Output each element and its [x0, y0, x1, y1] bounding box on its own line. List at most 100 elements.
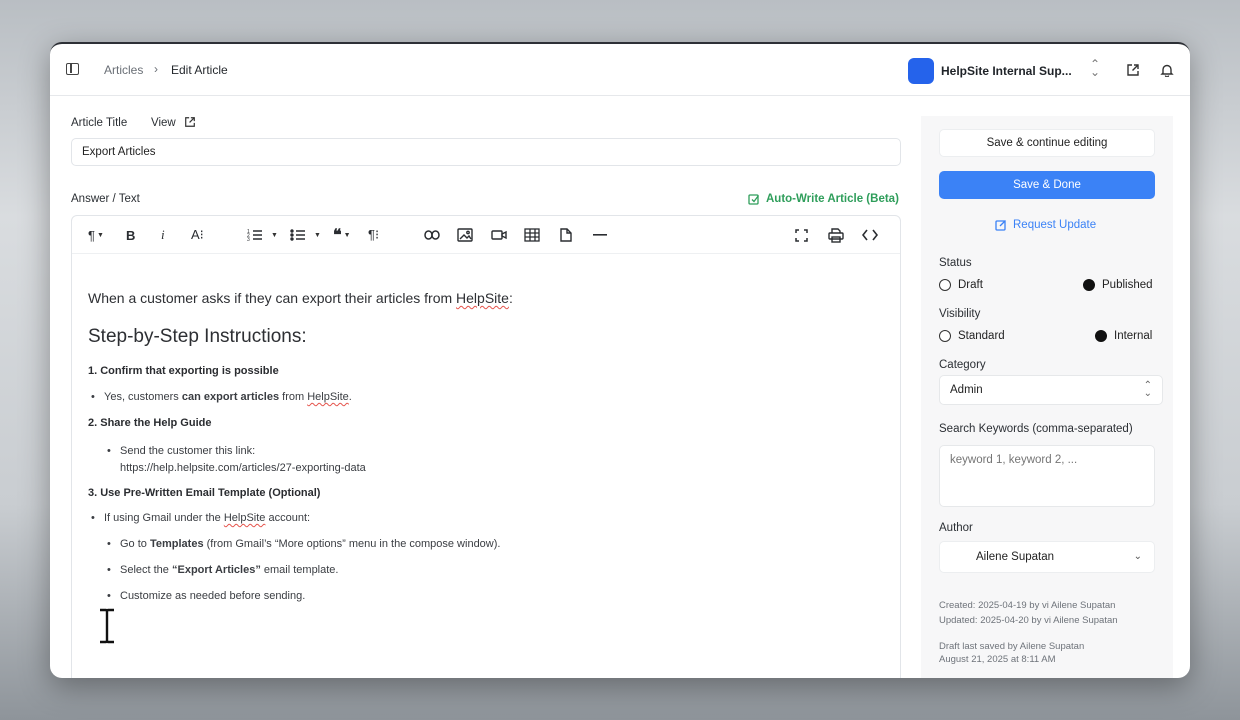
link-icon[interactable] — [424, 226, 440, 244]
author-label: Author — [939, 522, 973, 534]
chevron-up-down-icon: ⌃ ⌄ — [1143, 380, 1152, 399]
print-icon[interactable] — [828, 226, 844, 244]
text: from — [279, 391, 308, 403]
save-continue-button[interactable]: Save & continue editing — [939, 129, 1155, 157]
article-title-input[interactable]: Export Articles — [71, 138, 901, 166]
fullscreen-icon[interactable] — [795, 226, 808, 244]
draft-saved-meta: Draft last saved by Ailene Supatan — [939, 641, 1085, 652]
intro-paragraph: When a customer asks if they can export … — [88, 290, 878, 306]
updated-meta: Updated: 2025-04-20 by vi Ailene Supatan — [939, 615, 1118, 626]
text: Go to — [120, 538, 150, 550]
table-icon[interactable] — [524, 226, 540, 244]
chevron-down-icon: ⌄ — [1133, 551, 1142, 562]
horizontal-rule-icon[interactable] — [593, 226, 607, 244]
text: Select the — [120, 564, 172, 576]
brand-word: HelpSite — [307, 391, 349, 403]
text: If using Gmail under the — [104, 512, 224, 524]
step-3-heading: 3. Use Pre-Written Email Template (Optio… — [88, 487, 321, 499]
request-update-label: Request Update — [1013, 219, 1097, 231]
svg-text:3: 3 — [247, 237, 250, 242]
visibility-standard-label[interactable]: Standard — [958, 330, 1005, 342]
paragraph-format-icon[interactable]: ¶⁝ — [368, 226, 379, 244]
list-item: Select the “Export Articles” email templ… — [107, 564, 339, 576]
intro-punct: : — [508, 290, 513, 306]
category-value: Admin — [950, 384, 983, 396]
draft-saved-time: August 21, 2025 at 8:11 AM — [939, 654, 1056, 665]
list-item: Send the customer this link: https://hel… — [107, 443, 366, 477]
status-label: Status — [939, 257, 972, 269]
status-published-label[interactable]: Published — [1102, 279, 1153, 291]
edit-square-icon — [748, 194, 760, 205]
list-item: Customize as needed before sending. — [107, 590, 305, 602]
image-icon[interactable] — [457, 226, 473, 244]
step-1-heading: 1. Confirm that exporting is possible — [88, 365, 279, 377]
italic-icon[interactable]: i — [161, 226, 165, 244]
instructions-heading: Step-by-Step Instructions: — [88, 326, 307, 347]
brand-word: HelpSite — [223, 512, 266, 524]
top-bar: Articles › Edit Article HelpSite Interna… — [50, 44, 1190, 96]
author-value: Ailene Supatan — [976, 551, 1055, 563]
text-size-icon[interactable]: A⁝ — [191, 226, 204, 244]
auto-write-button[interactable]: Auto-Write Article (Beta) — [748, 193, 899, 205]
breadcrumb-articles[interactable]: Articles — [104, 63, 143, 77]
bold-text: “Export Articles” — [171, 564, 261, 576]
list-item: Go to Templates (from Gmail’s “More opti… — [107, 538, 501, 550]
category-label: Category — [939, 359, 986, 371]
text-cursor-icon — [100, 608, 114, 644]
answer-text-label: Answer / Text — [71, 193, 140, 205]
visibility-internal-radio[interactable] — [1095, 330, 1107, 342]
visibility-standard-radio[interactable] — [939, 330, 951, 342]
visibility-label: Visibility — [939, 308, 981, 320]
app-window: Articles › Edit Article HelpSite Interna… — [50, 42, 1190, 678]
chevron-up-down-icon[interactable]: ⌃ ⌄ — [1090, 58, 1100, 78]
step-2-heading: 2. Share the Help Guide — [88, 417, 212, 429]
intro-text: When a customer asks if they can export … — [88, 290, 457, 306]
file-icon[interactable] — [560, 226, 572, 244]
brand-word: HelpSite — [456, 290, 509, 306]
editor-content[interactable]: When a customer asks if they can export … — [88, 290, 878, 348]
breadcrumb-separator: › — [154, 62, 158, 76]
quote-icon[interactable]: ❝ ▼ — [333, 226, 351, 244]
video-icon[interactable] — [491, 226, 507, 244]
status-draft-label[interactable]: Draft — [958, 279, 983, 291]
status-draft-radio[interactable] — [939, 279, 951, 291]
ordered-list-icon[interactable]: 123 ▼ — [247, 226, 278, 244]
list-item: Yes, customers can export articles from … — [91, 391, 352, 403]
paragraph-icon[interactable]: ¶ ▼ — [88, 226, 104, 244]
text: . — [348, 391, 352, 403]
breadcrumb-current: Edit Article — [171, 63, 228, 77]
article-title-label: Article Title — [71, 117, 128, 129]
keywords-label: Search Keywords (comma-separated) — [939, 423, 1133, 435]
bold-text: Templates — [149, 538, 204, 550]
text: Send the customer this link: — [120, 445, 256, 457]
list-item: If using Gmail under the HelpSite accoun… — [91, 512, 311, 524]
view-link[interactable]: View — [151, 117, 176, 129]
external-link-icon[interactable] — [1126, 63, 1140, 77]
org-name[interactable]: HelpSite Internal Sup... — [941, 64, 1072, 78]
text: account: — [265, 512, 311, 524]
sidebar-toggle-icon[interactable] — [66, 63, 79, 75]
bold-text: can export articles — [181, 391, 280, 403]
text: Yes, customers — [104, 391, 182, 403]
keywords-input[interactable] — [939, 445, 1155, 507]
visibility-internal-label[interactable]: Internal — [1114, 330, 1152, 342]
auto-write-label: Auto-Write Article (Beta) — [766, 193, 899, 205]
editor-toolbar: ¶ ▼ B i A⁝ 123 ▼ ▼ ❝ ▼ ¶⁝ — [72, 216, 900, 254]
bold-icon[interactable]: B — [126, 226, 135, 244]
author-select[interactable]: Ailene Supatan ⌄ — [939, 541, 1155, 573]
request-update-button[interactable]: Request Update — [995, 219, 1096, 231]
edit-icon — [995, 220, 1006, 231]
created-meta: Created: 2025-04-19 by vi Ailene Supatan — [939, 600, 1116, 611]
text: email template. — [260, 564, 339, 576]
rich-text-editor[interactable]: ¶ ▼ B i A⁝ 123 ▼ ▼ ❝ ▼ ¶⁝ When a custome… — [71, 215, 901, 678]
bell-icon[interactable] — [1160, 63, 1174, 77]
org-logo[interactable] — [908, 58, 934, 84]
external-link-icon[interactable] — [184, 116, 196, 128]
status-published-radio[interactable] — [1083, 279, 1095, 291]
save-done-button[interactable]: Save & Done — [939, 171, 1155, 199]
help-link-text: https://help.helpsite.com/articles/27-ex… — [120, 462, 366, 474]
unordered-list-icon[interactable]: ▼ — [290, 226, 321, 244]
code-view-icon[interactable] — [862, 226, 878, 244]
text: (from Gmail’s “More options” menu in the… — [203, 538, 501, 550]
category-select[interactable]: Admin ⌃ ⌄ — [939, 375, 1163, 405]
